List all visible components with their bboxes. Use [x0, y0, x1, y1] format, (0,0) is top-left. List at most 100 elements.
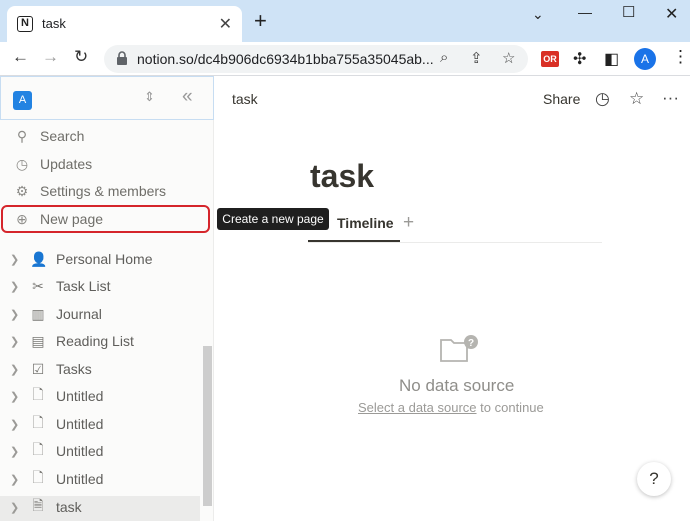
page-label: task	[56, 499, 82, 515]
sidebar-updates[interactable]: ◷ Updates	[14, 153, 92, 175]
page-title[interactable]: task	[310, 158, 374, 195]
page-icon: 🗋	[32, 414, 44, 430]
sidebar-item-label: Updates	[40, 156, 93, 172]
minimize-icon[interactable]: —	[578, 4, 592, 20]
page-label: Untitled	[56, 388, 104, 404]
tab-timeline[interactable]: Timeline	[337, 215, 394, 231]
page-item-untitled[interactable]: ❯ 🗋 Untitled	[10, 440, 103, 462]
page-icon: 🗋	[32, 441, 44, 457]
reload-icon[interactable]: ↻	[74, 47, 88, 67]
sidebar-settings[interactable]: ⚙ Settings & members	[14, 180, 166, 202]
sidebar-item-label: Search	[40, 128, 85, 144]
page-item-personal-home[interactable]: ❯ 👤 Personal Home	[10, 248, 153, 270]
notion-favicon-icon: N	[17, 16, 33, 32]
favorite-star-icon[interactable]: ☆	[629, 89, 644, 109]
tab-search-chevron-icon[interactable]: ⌄	[532, 6, 544, 23]
sidebar-new-page[interactable]: ⊕ New page	[14, 208, 103, 230]
browser-titlebar: N task ✕ + ⌄ — ☐ ✕	[0, 0, 690, 42]
extensions-puzzle-icon[interactable]: ✣	[573, 49, 586, 69]
tab-close-icon[interactable]: ✕	[219, 14, 232, 34]
workspace-avatar: A	[13, 91, 32, 110]
sidebar: A ⇕ « ⚲ Search ◷ Updates ⚙ Settings & me…	[0, 76, 214, 521]
browser-menu-icon[interactable]: ⋮	[672, 47, 689, 67]
chevron-right-icon[interactable]: ❯	[10, 501, 22, 514]
page-item-task[interactable]: ❯ 🗎 task	[10, 496, 82, 518]
tab-title: task	[42, 16, 66, 31]
page-label: Task List	[56, 278, 111, 294]
plus-circle-icon: ⊕	[16, 210, 28, 227]
page-label: Untitled	[56, 443, 104, 459]
page-label: Personal Home	[56, 251, 153, 267]
svg-text:?: ?	[468, 338, 474, 349]
browser-tab[interactable]: N task ✕	[7, 6, 242, 42]
page-item-untitled[interactable]: ❯ 🗋 Untitled	[10, 468, 103, 490]
chevron-right-icon[interactable]: ❯	[10, 253, 22, 266]
clock-icon: ◷	[15, 155, 29, 172]
close-window-icon[interactable]: ✕	[665, 4, 678, 24]
chevron-right-icon[interactable]: ❯	[10, 445, 22, 458]
more-options-icon[interactable]: ···	[662, 88, 679, 108]
page-item-untitled[interactable]: ❯ 🗋 Untitled	[10, 385, 103, 407]
back-icon[interactable]: ←	[12, 47, 29, 67]
breadcrumb[interactable]: task	[232, 91, 258, 107]
bookmark-star-icon[interactable]: ☆	[502, 49, 515, 67]
search-icon[interactable]: ⌕	[440, 49, 448, 66]
new-page-tooltip: Create a new page	[217, 208, 329, 230]
chevron-right-icon[interactable]: ❯	[10, 473, 22, 486]
help-button[interactable]: ?	[637, 462, 671, 496]
share-icon[interactable]: ⇪	[470, 49, 483, 67]
chevron-right-icon[interactable]: ❯	[10, 335, 22, 348]
chevron-right-icon[interactable]: ❯	[10, 418, 22, 431]
page-item-task-list[interactable]: ❯ ✂ Task List	[10, 275, 110, 297]
page-item-untitled[interactable]: ❯ 🗋 Untitled	[10, 413, 103, 435]
page-edit-icon: 🗎	[32, 497, 44, 513]
page-label: Journal	[56, 306, 102, 322]
page-icon: 🗋	[32, 469, 44, 485]
page-item-reading-list[interactable]: ❯ ▤ Reading List	[10, 330, 134, 352]
folder-question-icon: ?	[440, 335, 478, 362]
checkbox-icon: ☑	[31, 360, 45, 377]
updown-chevron-icon[interactable]: ⇕	[144, 89, 155, 105]
page-item-tasks[interactable]: ❯ ☑ Tasks	[10, 358, 92, 380]
browser-toolbar: ← → ↻ notion.so/dc4b906dc6934b1bba755a35…	[0, 42, 690, 76]
book-icon: ▤	[31, 332, 45, 349]
profile-avatar[interactable]: A	[634, 48, 656, 70]
empty-state-title: No data source	[399, 376, 515, 395]
chevron-right-icon[interactable]: ❯	[10, 308, 22, 321]
sidebar-search[interactable]: ⚲ Search	[14, 125, 85, 147]
gear-icon: ⚙	[15, 182, 29, 199]
chevron-right-icon[interactable]: ❯	[10, 390, 22, 403]
share-button[interactable]: Share	[543, 91, 580, 107]
search-icon: ⚲	[16, 127, 28, 144]
lock-icon	[117, 51, 127, 65]
person-icon: 👤	[30, 250, 48, 267]
page-icon: 🗋	[32, 386, 44, 402]
address-bar[interactable]: notion.so/dc4b906dc6934b1bba755a35045ab.…	[104, 45, 528, 73]
page-item-journal[interactable]: ❯ ▥ Journal	[10, 303, 102, 325]
page-label: Reading List	[56, 333, 134, 349]
active-view-underline	[308, 240, 400, 242]
forward-icon[interactable]: →	[42, 47, 59, 67]
page-label: Untitled	[56, 471, 104, 487]
sidebar-scrollbar[interactable]	[203, 346, 212, 506]
chevron-right-icon[interactable]: ❯	[10, 280, 22, 293]
url-text[interactable]: notion.so/dc4b906dc6934b1bba755a35045ab.…	[137, 51, 434, 67]
empty-state-suffix: to continue	[480, 400, 544, 415]
sidebar-item-label: Settings & members	[40, 183, 167, 199]
history-clock-icon[interactable]: ◷	[595, 89, 610, 109]
workspace-switcher[interactable]: A ⇕ «	[0, 76, 214, 120]
add-view-icon[interactable]: +	[403, 212, 414, 234]
maximize-icon[interactable]: ☐	[622, 3, 635, 21]
chevron-right-icon[interactable]: ❯	[10, 363, 22, 376]
select-data-source-link[interactable]: Select a data source	[358, 400, 477, 415]
book-icon: ▥	[31, 305, 45, 322]
extension-or-icon[interactable]: OR	[541, 51, 559, 67]
side-panel-icon[interactable]: ◧	[604, 49, 619, 69]
scissors-icon: ✂	[32, 277, 44, 294]
sidebar-item-label: New page	[40, 211, 104, 227]
page-label: Tasks	[56, 361, 92, 377]
view-divider	[308, 242, 602, 243]
page-label: Untitled	[56, 416, 104, 432]
collapse-sidebar-icon[interactable]: «	[182, 86, 193, 108]
new-tab-button[interactable]: +	[254, 10, 267, 32]
